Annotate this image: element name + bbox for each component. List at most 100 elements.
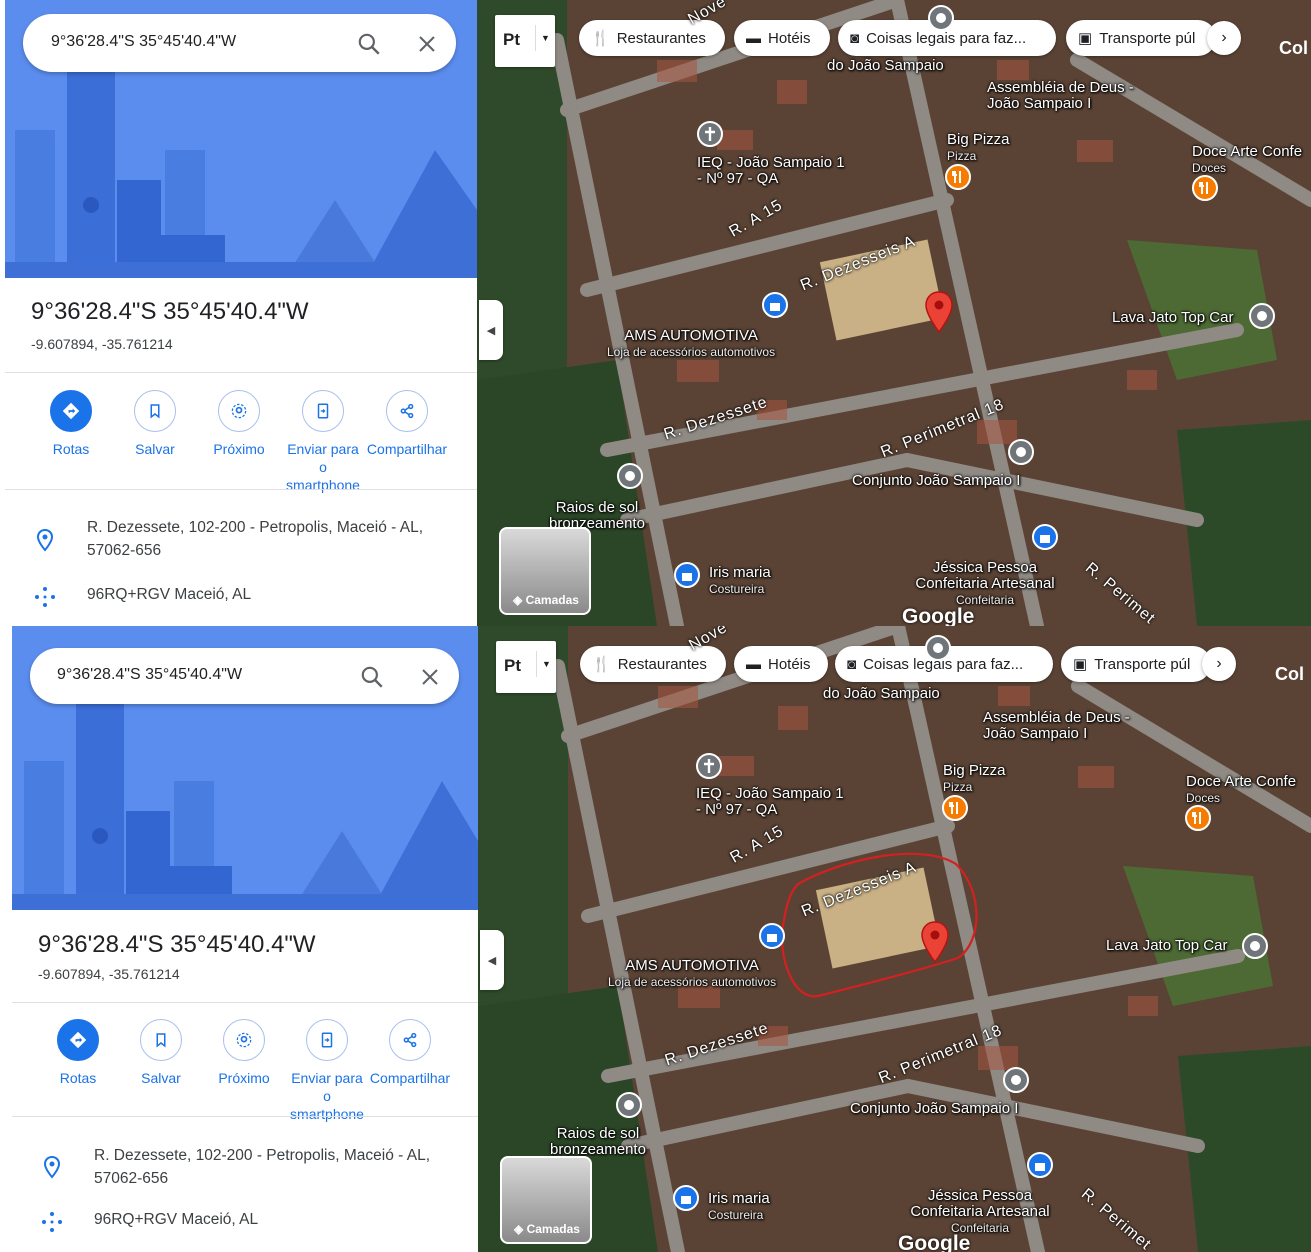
search-box[interactable]: 9°36'28.4"S 35°45'40.4"W — [30, 648, 459, 704]
language-selector[interactable]: Pt ▼ — [496, 641, 556, 693]
shopping-icon[interactable] — [761, 291, 789, 319]
place-label[interactable]: Lava Jato Top Car — [1106, 938, 1227, 954]
place-coordinates: -9.607894, -35.761214 — [31, 336, 173, 352]
place-category: Costureira — [709, 582, 765, 596]
search-input[interactable]: 9°36'28.4"S 35°45'40.4"W — [51, 33, 236, 51]
place-category: Costureira — [708, 1208, 764, 1222]
language-selector[interactable]: Pt ▼ — [495, 15, 555, 67]
place-label[interactable]: Raios de sol bronzeamento — [538, 1126, 658, 1158]
restaurant-icon[interactable] — [1184, 804, 1212, 832]
save-label: Salvar — [135, 441, 175, 457]
chip-restaurants-label: Restaurantes — [617, 655, 707, 673]
share-label: Compartilhar — [369, 1070, 451, 1086]
place-label[interactable]: Jéssica Pessoa Confeitaria Artesanal Conf… — [905, 560, 1065, 608]
chip-transit[interactable]: ▣ Transporte púl — [1066, 20, 1216, 56]
close-icon[interactable] — [418, 665, 442, 689]
place-icon[interactable] — [927, 4, 955, 32]
place-label[interactable]: Assembléia de Deus - João Sampaio I — [987, 80, 1137, 112]
nearby-button[interactable]: Próximo — [203, 1019, 285, 1087]
language-label: Pt — [504, 656, 521, 675]
place-label[interactable]: Jéssica Pessoa Confeitaria Artesanal Conf… — [900, 1188, 1060, 1236]
search-icon[interactable] — [356, 31, 382, 57]
place-label[interactable]: Conjunto João Sampaio I — [850, 1101, 1018, 1117]
chevron-down-icon[interactable]: ▼ — [536, 651, 556, 677]
church-icon[interactable] — [695, 752, 723, 780]
collapse-panel-button[interactable]: ◀ — [480, 930, 504, 990]
shopping-icon[interactable] — [1031, 523, 1059, 551]
place-icon[interactable] — [1241, 932, 1269, 960]
place-label[interactable]: Iris maria Costureira — [709, 565, 771, 597]
directions-button[interactable]: Rotas — [30, 390, 112, 458]
restaurant-icon[interactable] — [941, 794, 969, 822]
chip-transit[interactable]: ▣ Transporte púl — [1061, 646, 1211, 682]
place-label[interactable]: IEQ - João Sampaio 1 - Nº 97 - QA — [696, 786, 846, 818]
plus-code-text[interactable]: 96RQ+RGV Maceió, AL — [94, 1211, 258, 1229]
share-button[interactable]: Compartilhar — [366, 390, 448, 458]
chip-transit-label: Transporte púl — [1099, 29, 1196, 47]
place-label[interactable]: AMS AUTOMOTIVA Loja de acessórios automot… — [607, 328, 775, 360]
place-label[interactable]: Iris maria Costureira — [708, 1191, 770, 1223]
collapse-panel-button[interactable]: ◀ — [479, 300, 503, 360]
restaurant-icon[interactable] — [1191, 174, 1219, 202]
train-icon: ▣ — [1073, 656, 1088, 673]
plus-code-text[interactable]: 96RQ+RGV Maceió, AL — [87, 586, 251, 604]
place-icon[interactable] — [616, 462, 644, 490]
bed-icon: ▬ — [746, 655, 761, 673]
send-to-phone-button[interactable]: Enviar para o smartphone — [286, 1019, 368, 1123]
chevron-right-icon[interactable]: › — [1202, 647, 1236, 681]
address-text[interactable]: R. Dezessete, 102-200 - Petropolis, Mace… — [87, 516, 447, 562]
layers-button[interactable]: ◈ Camadas — [499, 527, 591, 615]
satellite-map[interactable]: Pt ▼ 🍴 Restaurantes ▬ Hotéis ◙ Coisas legai… — [478, 626, 1311, 1252]
side-panel: 9°36'28.4"S 35°45'40.4"W 9°36'28.4"S 35°… — [5, 0, 477, 626]
place-category: Loja de acessórios automotivos — [608, 975, 777, 989]
close-icon[interactable] — [415, 32, 439, 56]
google-logo: Google — [898, 1232, 971, 1252]
directions-button[interactable]: Rotas — [37, 1019, 119, 1087]
screenshot-top: 9°36'28.4"S 35°45'40.4"W 9°36'28.4"S 35°… — [0, 0, 1311, 626]
save-button[interactable]: Salvar — [120, 1019, 202, 1087]
place-label[interactable]: Doce Arte Confe Doces — [1192, 144, 1302, 176]
share-icon — [400, 403, 414, 419]
shopping-icon[interactable] — [672, 1184, 700, 1212]
church-icon[interactable] — [696, 120, 724, 148]
place-icon[interactable] — [615, 1091, 643, 1119]
chevron-left-icon: ◀ — [487, 954, 497, 967]
place-label[interactable]: AMS AUTOMOTIVA Loja de acessórios automot… — [608, 958, 776, 990]
send-to-phone-label: Enviar para o smartphone — [290, 1070, 364, 1122]
shopping-icon[interactable] — [758, 922, 786, 950]
language-label: Pt — [503, 30, 520, 49]
place-icon[interactable] — [1002, 1066, 1030, 1094]
place-icon[interactable] — [924, 634, 952, 662]
send-to-phone-label: Enviar para o smartphone — [286, 441, 360, 493]
nearby-button[interactable]: Próximo — [198, 390, 280, 458]
place-label[interactable]: Assembléia de Deus - João Sampaio I — [983, 710, 1133, 742]
search-icon[interactable] — [359, 664, 385, 690]
chip-restaurants[interactable]: 🍴 Restaurantes — [580, 646, 726, 682]
place-label[interactable]: Big Pizza Pizza — [947, 132, 1010, 164]
place-name: AMS AUTOMOTIVA — [624, 327, 758, 344]
send-to-phone-button[interactable]: Enviar para o smartphone — [282, 390, 364, 494]
place-label[interactable]: Lava Jato Top Car — [1112, 310, 1233, 326]
place-label[interactable]: Big Pizza Pizza — [943, 763, 1006, 795]
restaurant-icon[interactable] — [944, 163, 972, 191]
shopping-icon[interactable] — [1026, 1151, 1054, 1179]
search-box[interactable]: 9°36'28.4"S 35°45'40.4"W — [23, 14, 456, 72]
search-input[interactable]: 9°36'28.4"S 35°45'40.4"W — [57, 666, 242, 684]
place-label[interactable]: Doce Arte Confe Doces — [1186, 774, 1296, 806]
satellite-map[interactable]: Pt ▼ 🍴 Restaurantes ▬ Hotéis ◙ Coisas legai… — [477, 0, 1311, 626]
address-text[interactable]: R. Dezessete, 102-200 - Petropolis, Mace… — [94, 1144, 454, 1190]
place-icon[interactable] — [1248, 302, 1276, 330]
save-button[interactable]: Salvar — [114, 390, 196, 458]
share-button[interactable]: Compartilhar — [369, 1019, 451, 1087]
shopping-icon[interactable] — [673, 561, 701, 589]
chevron-down-icon[interactable]: ▼ — [535, 25, 555, 51]
chevron-right-icon[interactable]: › — [1207, 21, 1241, 55]
place-label[interactable]: IEQ - João Sampaio 1 - Nº 97 - QA — [697, 155, 847, 187]
place-label[interactable]: Conjunto João Sampaio I — [852, 473, 1020, 489]
place-icon[interactable] — [1007, 438, 1035, 466]
layers-button[interactable]: ◈ Camadas — [500, 1156, 592, 1244]
plus-code-icon — [42, 1212, 62, 1232]
chip-hotels[interactable]: ▬ Hotéis — [734, 20, 830, 56]
chip-restaurants[interactable]: 🍴 Restaurantes — [579, 20, 725, 56]
chip-hotels[interactable]: ▬ Hotéis — [734, 646, 828, 682]
